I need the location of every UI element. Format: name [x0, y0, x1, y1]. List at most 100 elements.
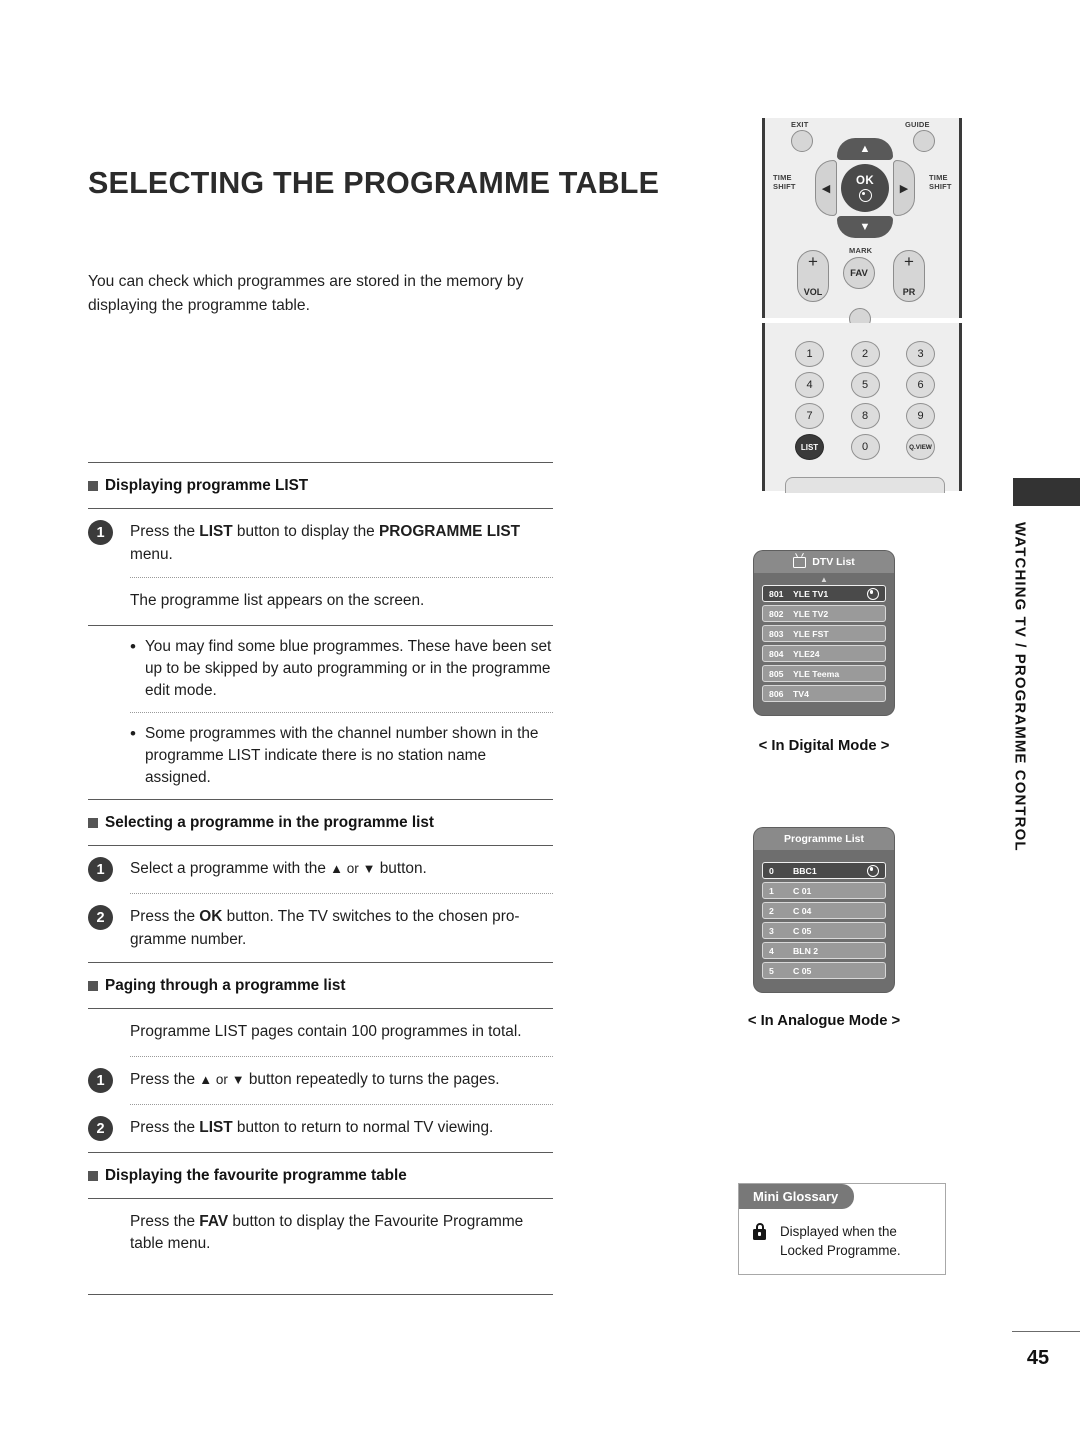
programme-list-title-label: Programme List	[784, 833, 864, 845]
list-item[interactable]: 3 C 05	[762, 922, 886, 939]
programme-button[interactable]: + PR	[893, 250, 925, 302]
list-item[interactable]: 804 YLE24	[762, 645, 886, 662]
button-name-ok: OK	[199, 908, 223, 925]
lock-icon	[753, 1223, 766, 1240]
channel-number: 804	[769, 648, 784, 659]
keypad-row: 1 2 3	[795, 341, 935, 367]
tv-icon	[793, 556, 807, 568]
button-name-fav: FAV	[199, 1213, 229, 1230]
dpad-down-button[interactable]: ▼	[837, 216, 893, 238]
step-item: 1 Press the ▲ or ▼ button repeatedly to …	[88, 1057, 553, 1104]
dpad-right-button[interactable]: ▶	[893, 160, 915, 216]
panel-spacer	[754, 850, 894, 862]
ok-button-label: OK	[855, 174, 875, 187]
dpad-up-button[interactable]: ▲	[837, 138, 893, 160]
step-badge-1: 1	[88, 1068, 113, 1093]
channel-name: YLE Teema	[793, 668, 840, 679]
guide-button[interactable]	[913, 130, 935, 152]
step-item: 2 Press the LIST button to return to nor…	[88, 1105, 553, 1152]
key-4[interactable]: 4	[795, 372, 824, 398]
scroll-up-indicator-icon[interactable]: ▲	[754, 573, 894, 585]
section-heading-favourite: Displaying the favourite programme table	[88, 1153, 553, 1198]
volume-label: VOL	[803, 287, 823, 297]
list-item[interactable]: 5 C 05	[762, 962, 886, 979]
step-item: 1 Press the LIST button to display the P…	[88, 509, 553, 577]
step-badge-2: 2	[88, 1116, 113, 1141]
section-heading-selecting-programme: Selecting a programme in the programme l…	[88, 800, 553, 845]
bullet-text: Some programmes with the channel number …	[144, 725, 539, 786]
plus-icon: +	[808, 252, 818, 271]
mark-label: MARK	[849, 246, 873, 255]
list-button[interactable]: LIST	[795, 434, 824, 460]
channel-number: 802	[769, 608, 784, 619]
key-0[interactable]: 0	[850, 434, 880, 460]
keypad-row: 7 8 9	[795, 403, 935, 429]
page-number-rule	[1012, 1331, 1080, 1332]
dtv-list-panel: DTV List ▲ 801 YLE TV1 802 YLE TV2 803 Y…	[754, 551, 894, 715]
list-item[interactable]: 0 BBC1	[762, 862, 886, 879]
key-6[interactable]: 6	[906, 372, 935, 398]
list-item[interactable]: 803 YLE FST	[762, 625, 886, 642]
section-heading-displaying-list: Displaying programme LIST	[88, 463, 553, 508]
current-channel-icon	[867, 587, 879, 600]
caption-analogue-mode: < In Analogue Mode >	[747, 1013, 901, 1029]
list-item[interactable]: 805 YLE Teema	[762, 665, 886, 682]
channel-number: 2	[769, 905, 774, 916]
step-text: Press the LIST button to display the PRO…	[130, 523, 521, 563]
exit-button[interactable]	[791, 130, 813, 152]
note-item: The programme list appears on the screen…	[88, 578, 553, 625]
bullet-dot-icon: •	[130, 724, 136, 743]
channel-name: YLE FST	[793, 628, 829, 639]
key-5[interactable]: 5	[850, 372, 880, 398]
section-heading-paging: Paging through a programme list	[88, 963, 553, 1008]
list-item[interactable]: 801 YLE TV1	[762, 585, 886, 602]
section-heading-label: Selecting a programme in the programme l…	[105, 814, 434, 831]
channel-number: 805	[769, 668, 784, 679]
step-text: Press the OK button. The TV switches to …	[130, 908, 520, 948]
step-item: 2 Press the OK button. The TV switches t…	[88, 894, 553, 962]
fav-button[interactable]: FAV	[843, 257, 875, 289]
channel-name: C 01	[793, 885, 812, 896]
square-bullet-icon	[88, 481, 98, 491]
list-item[interactable]: 802 YLE TV2	[762, 605, 886, 622]
key-7[interactable]: 7	[795, 403, 824, 429]
list-item[interactable]: 4 BLN 2	[762, 942, 886, 959]
navigation-dpad[interactable]: ▲ ▼ ◀ ▶ OK	[815, 138, 915, 238]
key-9[interactable]: 9	[906, 403, 935, 429]
volume-button[interactable]: + VOL	[797, 250, 829, 302]
down-arrow-icon: ▼	[231, 1072, 245, 1087]
ok-ring-icon	[858, 188, 872, 202]
list-item[interactable]: 806 TV4	[762, 685, 886, 702]
list-item[interactable]: 1 C 01	[762, 882, 886, 899]
channel-name: YLE TV1	[793, 588, 829, 599]
mini-glossary-body: Displayed when the Locked Programme.	[739, 1209, 945, 1274]
up-arrow-icon: ▲	[199, 1072, 213, 1087]
mini-glossary-box: Mini Glossary Displayed when the Locked …	[738, 1183, 946, 1275]
numeric-keypad[interactable]: 1 2 3 4 5 6 7 8 9 LIST 0 Q.VIEW	[795, 341, 935, 465]
ok-button[interactable]: OK	[841, 164, 889, 212]
programme-label: PR	[902, 287, 916, 297]
sidebar-tab-marker	[1013, 478, 1080, 506]
page-number: 45	[1026, 1347, 1050, 1369]
key-8[interactable]: 8	[850, 403, 880, 429]
key-2[interactable]: 2	[850, 341, 880, 367]
dpad-left-button[interactable]: ◀	[815, 160, 837, 216]
list-item[interactable]: 2 C 04	[762, 902, 886, 919]
step-badge-1: 1	[88, 520, 113, 545]
step-badge-1: 1	[88, 857, 113, 882]
channel-name: C 04	[793, 905, 812, 916]
note-item: Programme LIST pages contain 100 program…	[88, 1009, 553, 1056]
section-heading-label: Paging through a programme list	[105, 977, 346, 994]
remote-control-illustration: EXIT GUIDE TIME SHIFT TIME SHIFT ▲ ▼ ◀ ▶…	[762, 118, 962, 493]
menu-name-programme-list: PROGRAMME LIST	[378, 523, 521, 540]
button-name-list: LIST	[199, 523, 233, 540]
step-text: Press the LIST button to return to norma…	[130, 1119, 494, 1136]
instructions-column: Displaying programme LIST 1 Press the LI…	[88, 462, 553, 1295]
channel-name: YLE24	[793, 648, 820, 659]
qview-button[interactable]: Q.VIEW	[906, 434, 935, 460]
key-3[interactable]: 3	[906, 341, 935, 367]
square-bullet-icon	[88, 1171, 98, 1181]
channel-number: 803	[769, 628, 784, 639]
key-1[interactable]: 1	[795, 341, 824, 367]
channel-number: 806	[769, 688, 784, 699]
